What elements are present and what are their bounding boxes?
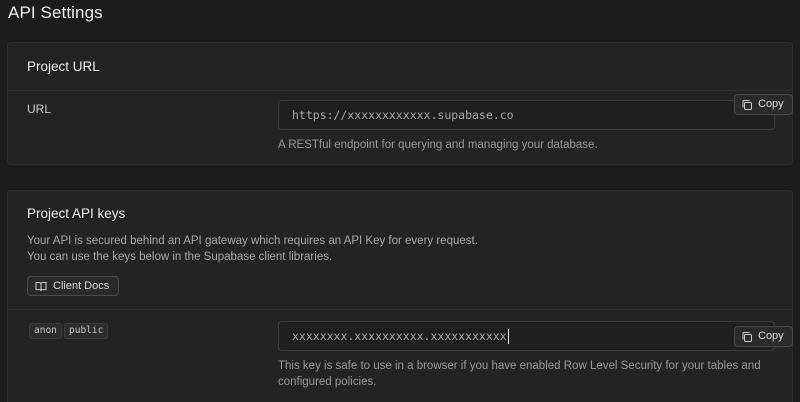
copy-url-button[interactable]: Copy — [734, 94, 793, 115]
project-url-header: Project URL — [8, 43, 792, 91]
divider — [8, 309, 792, 310]
copy-url-label: Copy — [758, 98, 784, 110]
api-key-value: xxxxxxxx.xxxxxxxxxx.xxxxxxxxxxx — [292, 329, 507, 343]
url-helper-text: A RESTful endpoint for querying and mana… — [278, 139, 598, 151]
copy-icon — [742, 99, 752, 110]
client-docs-button[interactable]: Client Docs — [27, 276, 120, 296]
api-keys-title: Project API keys — [27, 206, 126, 221]
api-key-input[interactable]: xxxxxxxx.xxxxxxxxxx.xxxxxxxxxxx — [278, 321, 775, 351]
api-keys-description-2: You can use the keys below in the Supaba… — [27, 251, 333, 263]
api-key-helper-1: This key is safe to use in a browser if … — [278, 360, 761, 372]
text-caret — [507, 329, 509, 344]
copy-key-button[interactable]: Copy — [734, 326, 793, 347]
public-tag: public — [64, 323, 109, 339]
client-docs-label: Client Docs — [53, 280, 110, 292]
copy-icon — [742, 331, 752, 342]
book-icon — [35, 281, 47, 291]
url-label: URL — [27, 102, 52, 116]
copy-key-label: Copy — [758, 330, 784, 342]
anon-tag: anon — [29, 323, 62, 339]
page-title: API Settings — [8, 3, 103, 22]
project-url-panel: Project URL URL https://xxxxxxxxxxxx.sup… — [7, 42, 793, 165]
url-value: https://xxxxxxxxxxxx.supabase.co — [292, 108, 514, 122]
url-input[interactable]: https://xxxxxxxxxxxx.supabase.co — [278, 100, 775, 130]
project-url-title: Project URL — [27, 59, 100, 74]
api-key-helper-2: configured policies. — [278, 376, 377, 388]
api-keys-panel: Project API keys Your API is secured beh… — [7, 190, 793, 402]
api-keys-description-1: Your API is secured behind an API gatewa… — [27, 235, 478, 247]
